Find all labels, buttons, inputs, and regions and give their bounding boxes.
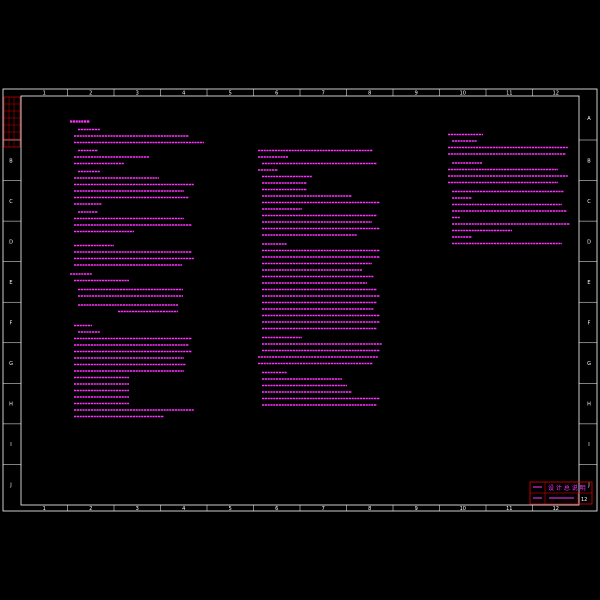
row-labels-left: B C D E F G H I J [3, 139, 21, 489]
notes-column-3 [448, 133, 570, 245]
row-label-left: B [9, 158, 13, 164]
row-label-right: I [588, 442, 589, 448]
column-label-bottom: 7 [322, 506, 325, 512]
column-label-top: 6 [275, 91, 278, 97]
column-label-top: 11 [506, 91, 512, 97]
column-label-bottom: 10 [460, 506, 466, 512]
row-label-right: B [587, 158, 591, 164]
column-label-top: 4 [182, 91, 185, 97]
column-label-top: 5 [229, 91, 232, 97]
column-label-top: 7 [322, 91, 325, 97]
notes-column-1 [70, 120, 204, 418]
column-label-top: 8 [368, 91, 371, 97]
column-label-top: 3 [136, 91, 139, 97]
column-label-bottom: 3 [136, 506, 139, 512]
column-label-bottom: 5 [229, 506, 232, 512]
row-label-left: F [10, 321, 13, 327]
inner-frame [20, 95, 580, 506]
row-label-right: C [587, 199, 591, 205]
title-block-title: 设 计 总 说 明 [548, 484, 586, 492]
row-label-left: G [9, 361, 13, 367]
column-labels-top: 1 2 3 4 5 6 7 8 9 10 11 12 [43, 89, 559, 97]
row-label-left: H [9, 402, 13, 408]
row-labels-right: A B C D E F G H I J [579, 116, 597, 489]
title-block-drawing-no: 12 [581, 497, 587, 503]
column-label-top: 12 [553, 91, 559, 97]
column-label-bottom: 9 [415, 506, 418, 512]
column-label-bottom: 1 [43, 506, 46, 512]
column-label-bottom: 6 [275, 506, 278, 512]
row-label-right: J [587, 483, 589, 489]
row-label-right: G [587, 361, 591, 367]
column-label-top: 9 [415, 91, 418, 97]
column-label-bottom: 2 [89, 506, 92, 512]
row-label-right: H [587, 402, 591, 408]
row-label-left: D [9, 239, 13, 245]
row-label-right: A [587, 116, 591, 122]
column-label-bottom: 8 [368, 506, 371, 512]
row-label-right: F [588, 321, 591, 327]
row-label-right: D [587, 239, 591, 245]
revision-stamp [3, 96, 21, 148]
notes-column-2 [258, 149, 382, 406]
drawing-sheet: 1 2 3 4 5 6 7 8 9 10 11 12 1 2 3 4 5 6 7 8 9 10 11 12 BCDEFGHI… [2, 88, 598, 512]
row-label-left: J [9, 483, 11, 489]
row-label-left: C [9, 199, 13, 205]
column-label-top: 10 [460, 91, 466, 97]
row-label-left: I [10, 442, 11, 448]
column-label-top: 2 [89, 91, 92, 97]
column-label-bottom: 4 [182, 506, 185, 512]
column-label-bottom: 12 [553, 506, 559, 512]
column-label-top: 1 [43, 91, 46, 97]
row-label-left: E [9, 280, 12, 286]
row-label-right: E [587, 280, 590, 286]
column-label-bottom: 11 [506, 506, 512, 512]
title-block: 设 计 总 说 明 12 [529, 481, 593, 505]
outer-frame [2, 88, 598, 512]
